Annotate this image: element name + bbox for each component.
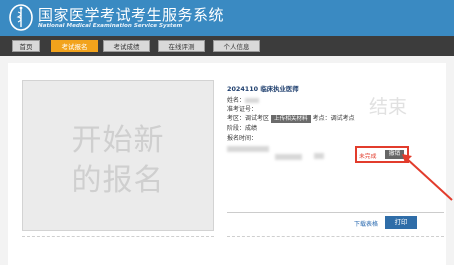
name-value-blurred <box>245 98 260 103</box>
site-subtitle: National Medical Examination Service Sys… <box>38 23 183 29</box>
nav-exam-registration[interactable]: 考试报名 <box>51 40 98 52</box>
reg-time-value-blurred <box>227 146 269 152</box>
stage-value: 成绩 <box>245 125 258 132</box>
exam-area-row: 考区：调试考区 上传相关材料 考点：调试考点 <box>227 114 355 123</box>
dashed-divider-right <box>227 236 444 237</box>
status-badge: 未完成 <box>359 154 377 160</box>
exam-site-label: 考点： <box>312 115 331 122</box>
nav-home[interactable]: 首页 <box>12 40 40 52</box>
reg-time-row: 报名时间： <box>227 134 257 143</box>
fee-value-blurred <box>314 153 324 159</box>
exam-area-label: 考区： <box>227 115 246 122</box>
exam-area-value: 调试考区 <box>245 115 270 122</box>
medical-emblem-icon <box>9 4 33 31</box>
divider <box>227 212 444 213</box>
nav-personal-info[interactable]: 个人信息 <box>213 40 260 52</box>
dashed-divider-left <box>22 236 214 237</box>
stage-label: 阶段： <box>227 125 246 132</box>
reg-time-label: 报名时间： <box>227 135 258 142</box>
new-registration-card[interactable]: 开始新 的报名 <box>22 80 214 231</box>
download-form-link[interactable]: 下载表格 <box>354 219 378 228</box>
reg-time-value-blurred-2 <box>275 154 302 160</box>
name-row: 姓名： <box>227 96 260 105</box>
ticket-row: 准考证号： <box>227 105 257 114</box>
site-title: 国家医学考试考生服务系统 <box>38 6 225 24</box>
exam-site-value: 调试考点 <box>330 115 355 122</box>
annotation-arrow-icon <box>402 154 453 201</box>
ticket-label: 准考证号： <box>227 106 258 113</box>
end-stamp: 结束 <box>369 96 408 118</box>
upload-materials-button[interactable]: 上传相关材料 <box>271 114 311 123</box>
exam-title: 2024110 临床执业医师 <box>227 85 299 93</box>
site-header: 国家医学考试考生服务系统 National Medical Examinatio… <box>0 0 454 36</box>
nav-online-assessment[interactable]: 在线评测 <box>158 40 205 52</box>
new-registration-line1: 开始新 <box>71 123 165 158</box>
main-nav: 首页 考试报名 考试成绩 在线评测 个人信息 <box>0 36 454 56</box>
nav-exam-scores[interactable]: 考试成绩 <box>103 40 150 52</box>
stage-row: 阶段：成绩 <box>227 124 257 133</box>
new-registration-line2: 的报名 <box>71 163 165 198</box>
print-button[interactable]: 打印 <box>385 216 417 229</box>
name-label: 姓名： <box>227 97 246 104</box>
